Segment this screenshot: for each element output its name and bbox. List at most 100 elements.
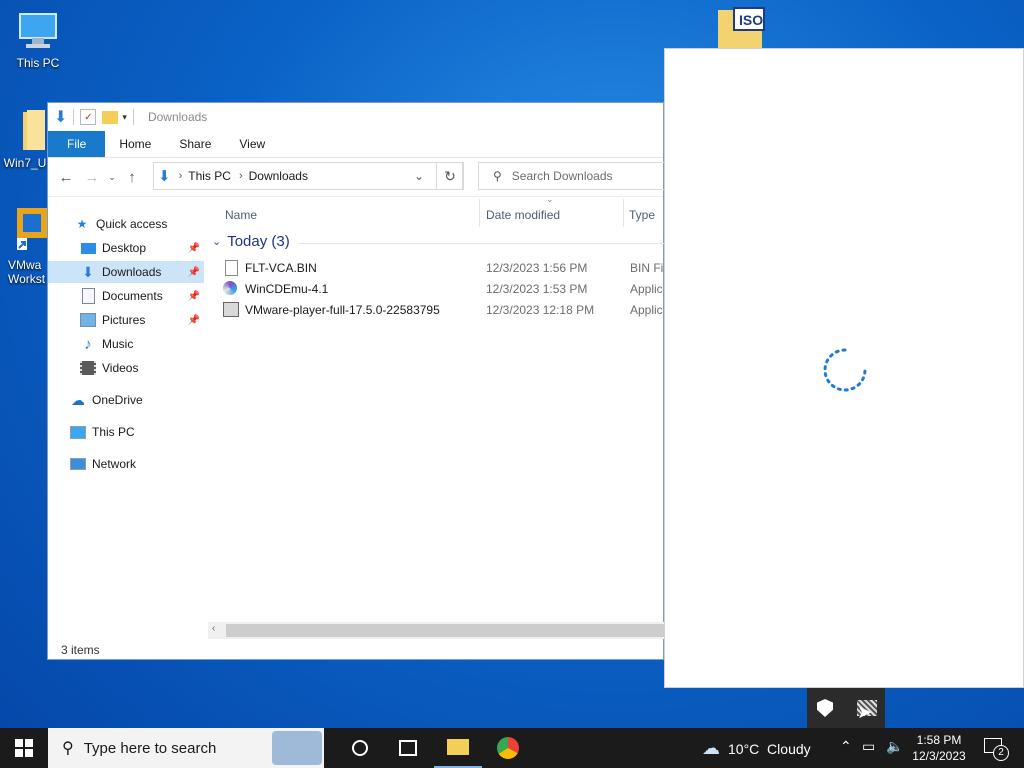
- tab-label: Share: [179, 137, 212, 151]
- desktop-icon-win7[interactable]: Win7_U: [0, 108, 50, 170]
- file-type: BIN Fil: [630, 261, 666, 275]
- file-icon: [223, 260, 239, 276]
- sort-indicator-icon: ⌄: [546, 194, 554, 204]
- refresh-button[interactable]: ↻: [436, 162, 464, 190]
- sidebar-item-quick-access[interactable]: ★ Quick access: [74, 213, 230, 235]
- horizontal-scrollbar[interactable]: ‹: [208, 622, 665, 639]
- cortana-circle-icon: [352, 740, 368, 756]
- desktop-icon-label: Win7_U: [3, 156, 47, 170]
- window-title: Downloads: [147, 110, 208, 124]
- file-row[interactable]: VMware-player-full-17.5.0-22583795 12/3/…: [223, 300, 663, 320]
- desktop-icon-iso[interactable]: ISO: [716, 6, 766, 48]
- column-header-date[interactable]: Date modified: [486, 203, 622, 227]
- windows-logo-icon: [15, 739, 33, 757]
- file-row[interactable]: FLT-VCA.BIN 12/3/2023 1:56 PM BIN Fil: [223, 258, 666, 278]
- file-name: FLT-VCA.BIN: [245, 261, 317, 275]
- column-divider[interactable]: [623, 199, 624, 227]
- forward-button[interactable]: →: [79, 164, 105, 190]
- taskbar-search-input[interactable]: ⚲ Type here to search: [48, 728, 324, 768]
- notification-center-button[interactable]: 2: [984, 738, 1009, 761]
- clock-time: 1:58 PM: [916, 733, 962, 747]
- chrome-icon: [497, 737, 519, 759]
- sidebar-item-label: Downloads: [102, 265, 162, 279]
- clock[interactable]: 1:58 PM 12/3/2023: [900, 732, 978, 764]
- task-view-icon: [399, 740, 417, 756]
- scrollbar-thumb[interactable]: [226, 624, 665, 637]
- taskbar-chrome[interactable]: [484, 728, 532, 768]
- task-view-button[interactable]: [384, 728, 432, 768]
- sidebar-item-label: OneDrive: [92, 393, 143, 407]
- quick-access-dropdown-icon[interactable]: ▾: [122, 112, 127, 123]
- folder-icon: [3, 108, 47, 152]
- file-date: 12/3/2023 1:56 PM: [486, 261, 588, 275]
- desktop-icon-vmware[interactable]: VMwa Workst: [0, 204, 50, 286]
- breadcrumb-this-pc[interactable]: This PC: [188, 169, 231, 183]
- new-folder-icon[interactable]: [102, 110, 119, 124]
- group-header-today[interactable]: ⌄ Today (3): [212, 233, 290, 250]
- sidebar-item-label: Music: [102, 337, 134, 351]
- search-input[interactable]: ⚲ Search Downloads: [478, 162, 668, 190]
- tab-share[interactable]: Share: [165, 131, 225, 157]
- file-date: 12/3/2023 1:53 PM: [486, 282, 588, 296]
- refresh-icon: ↻: [444, 167, 456, 184]
- sidebar-item-pictures[interactable]: Pictures 📌: [48, 309, 204, 331]
- pin-icon: 📌: [187, 266, 200, 278]
- file-date: 12/3/2023 12:18 PM: [486, 303, 595, 317]
- chevron-down-icon: ⌄: [108, 171, 116, 182]
- group-label: Today (3): [227, 233, 290, 250]
- weather-widget[interactable]: ☁ 10°C Cloudy: [702, 738, 811, 759]
- cortana-button[interactable]: [336, 728, 384, 768]
- notification-count-badge: 2: [993, 745, 1009, 761]
- sidebar-item-network[interactable]: Network: [70, 453, 226, 475]
- pin-icon: 📌: [187, 314, 200, 326]
- sidebar-item-downloads[interactable]: ⬇ Downloads 📌: [48, 261, 204, 283]
- folder-icon: [447, 739, 469, 755]
- taskbar-file-explorer[interactable]: [434, 728, 482, 768]
- tab-view[interactable]: View: [225, 131, 279, 157]
- sidebar-item-this-pc[interactable]: This PC: [70, 421, 226, 443]
- sidebar-item-onedrive[interactable]: ☁ OneDrive: [70, 389, 226, 411]
- tab-file[interactable]: File: [48, 131, 106, 157]
- desktop-icon-this-pc[interactable]: This PC: [0, 10, 76, 70]
- column-header-type[interactable]: Type: [629, 203, 665, 227]
- star-icon: ★: [76, 217, 88, 231]
- start-button[interactable]: [0, 728, 48, 768]
- breadcrumb-downloads[interactable]: Downloads: [249, 169, 308, 183]
- address-dropdown-icon[interactable]: ⌄: [414, 169, 424, 183]
- desktop-icon-label: VMwa Workst: [8, 258, 46, 286]
- tray-overflow-popup: ➤: [807, 688, 885, 728]
- cloud-icon: ☁: [702, 738, 720, 758]
- column-divider[interactable]: [479, 199, 480, 227]
- vmware-icon: [3, 204, 47, 254]
- tab-label: File: [67, 137, 87, 151]
- address-bar[interactable]: ⬇ › This PC › Downloads ⌄: [153, 162, 463, 190]
- back-arrow-icon: ←: [58, 168, 74, 186]
- file-name: WinCDEmu-4.1: [245, 282, 329, 296]
- column-header-name[interactable]: Name: [225, 203, 475, 227]
- taskbar-search-placeholder: Type here to search: [83, 739, 217, 757]
- show-hidden-icons-chevron-icon[interactable]: ⌃: [840, 738, 852, 755]
- clock-date: 12/3/2023: [912, 749, 966, 763]
- file-row[interactable]: WinCDEmu-4.1 12/3/2023 1:53 PM Applic: [223, 279, 663, 299]
- installer-icon: [223, 302, 239, 318]
- sidebar-item-label: This PC: [92, 425, 135, 439]
- sidebar-item-music[interactable]: ♪ Music: [48, 333, 204, 355]
- up-button[interactable]: ↑: [119, 164, 145, 190]
- scroll-left-icon[interactable]: ‹: [212, 623, 215, 634]
- sidebar-item-desktop[interactable]: Desktop 📌: [48, 237, 204, 259]
- chevron-right-icon: ›: [178, 170, 183, 182]
- properties-icon[interactable]: ✓: [80, 109, 97, 125]
- recent-locations-button[interactable]: ⌄: [105, 164, 119, 190]
- tab-home[interactable]: Home: [105, 131, 165, 157]
- sidebar-item-documents[interactable]: Documents 📌: [48, 285, 204, 307]
- security-shield-icon[interactable]: [817, 699, 833, 717]
- status-bar-item-count: 3 items: [61, 643, 100, 657]
- tab-label: Home: [119, 137, 152, 151]
- search-icon: ⚲: [62, 740, 74, 757]
- loading-spinner-icon: [823, 348, 867, 392]
- network-icon[interactable]: ▭: [862, 738, 875, 755]
- disc-app-icon: [223, 281, 239, 297]
- sidebar-item-videos[interactable]: Videos: [48, 357, 204, 379]
- music-icon: ♪: [84, 335, 92, 353]
- back-button[interactable]: ←: [53, 164, 79, 190]
